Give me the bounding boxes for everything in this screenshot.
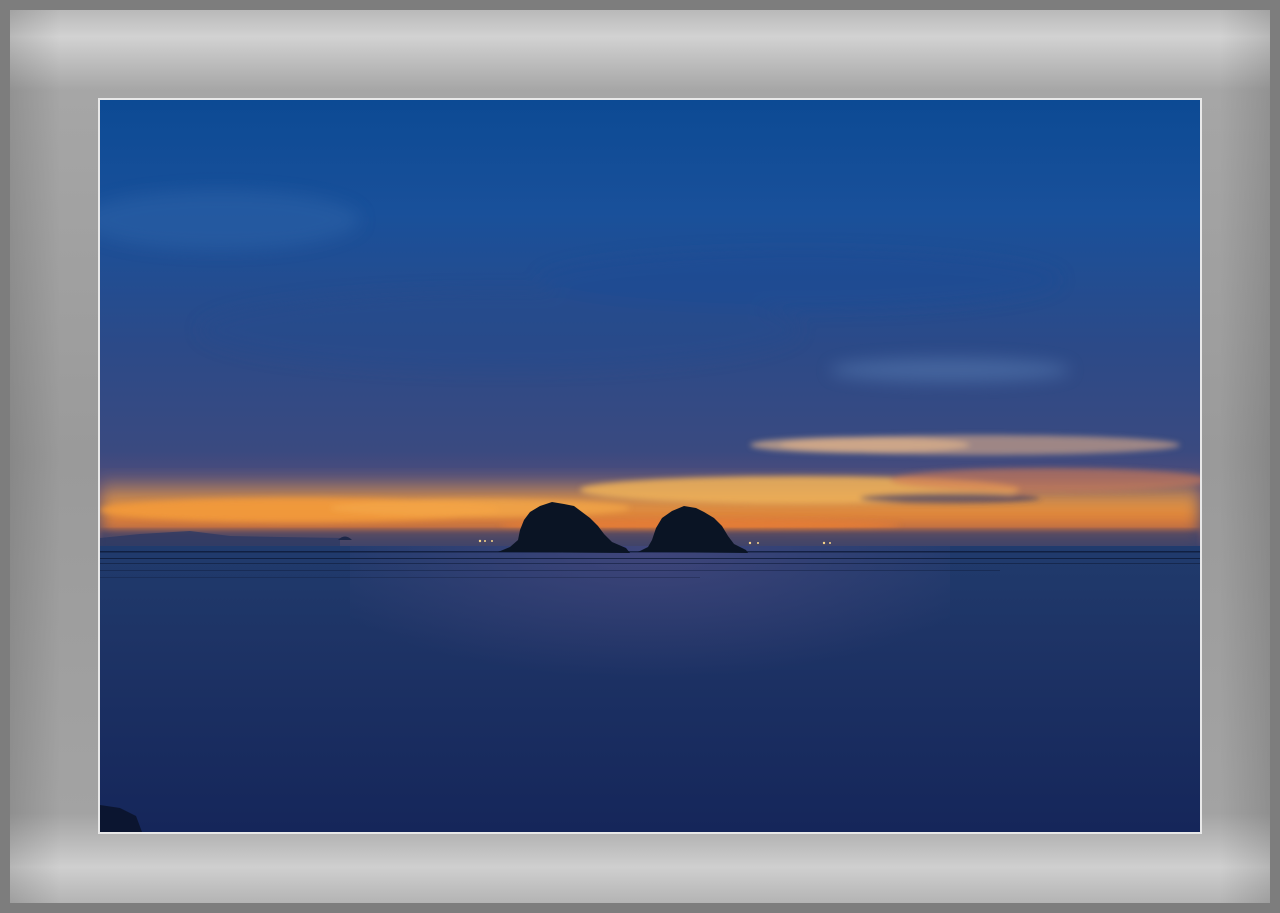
sea-reflection [350, 546, 950, 766]
seascape-scene [100, 100, 1200, 832]
picture-frame [0, 0, 1280, 913]
photograph [98, 98, 1202, 834]
